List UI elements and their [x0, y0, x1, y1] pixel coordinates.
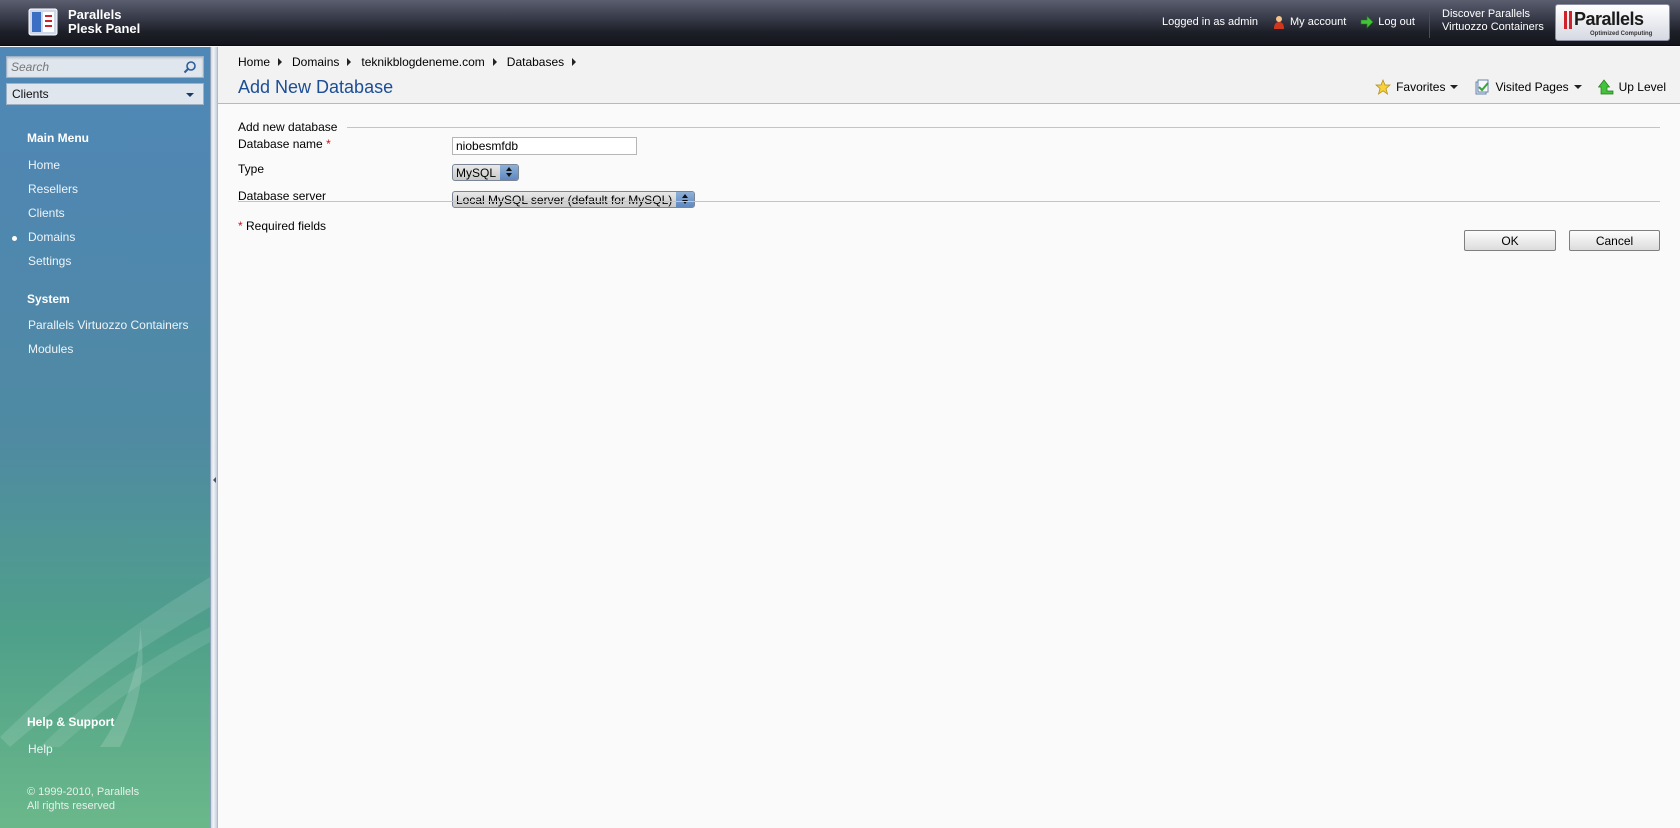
search-icon[interactable]	[183, 60, 197, 74]
favorites-label: Favorites	[1396, 80, 1446, 94]
breadcrumb-databases[interactable]: Databases	[507, 55, 564, 69]
select-spinner-icon	[676, 192, 695, 207]
form-divider	[238, 201, 1660, 202]
type-select-value: MySQL	[456, 166, 497, 180]
legend-divider	[238, 127, 1660, 128]
chevron-down-icon	[186, 93, 194, 97]
parallels-logo[interactable]: Parallels Optimized Computing	[1555, 4, 1670, 41]
discover-line-2: Virtuozzo Containers	[1442, 21, 1544, 33]
parallels-tagline: Optimized Computing	[1590, 31, 1653, 37]
sidebar-item-virtuozzo[interactable]: Parallels Virtuozzo Containers	[28, 318, 189, 332]
client-select[interactable]: Clients	[6, 83, 204, 105]
product-name: Parallels Plesk Panel	[68, 8, 140, 36]
parallels-bars-icon	[1564, 11, 1573, 29]
breadcrumb-separator-icon	[347, 58, 352, 66]
logged-in-label: Logged in as admin	[1162, 16, 1259, 28]
favorites-menu[interactable]: Favorites	[1375, 79, 1459, 95]
database-server-select[interactable]: Local MySQL server (default for MySQL)	[452, 191, 696, 208]
collapse-arrow-icon[interactable]	[213, 477, 216, 483]
main-content: Home Domains teknikblogdeneme.com Databa…	[218, 47, 1680, 828]
system-heading: System	[27, 292, 70, 306]
database-name-input[interactable]	[452, 137, 637, 155]
cancel-button[interactable]: Cancel	[1569, 230, 1660, 251]
form-legend: Add new database	[238, 120, 1660, 134]
search-input[interactable]	[11, 59, 179, 75]
visited-pages-menu[interactable]: Visited Pages	[1474, 79, 1582, 95]
log-out-link[interactable]: Log out	[1360, 15, 1415, 29]
discover-line-1: Discover Parallels	[1442, 8, 1531, 20]
product-line-2: Plesk Panel	[68, 21, 141, 36]
database-server-row: Database server Local MySQL server (defa…	[238, 189, 1660, 209]
sidebar-item-help[interactable]: Help	[28, 742, 53, 756]
sidebar-item-clients[interactable]: Clients	[28, 206, 65, 220]
parallels-brand: Parallels	[1574, 9, 1644, 29]
breadcrumb-separator-icon	[492, 58, 497, 66]
database-name-label: Database name *	[238, 137, 331, 151]
sidebar-splitter[interactable]	[210, 47, 218, 828]
sidebar-item-settings[interactable]: Settings	[28, 254, 71, 268]
sidebar-item-home[interactable]: Home	[28, 158, 60, 172]
required-fields-text: Required fields	[246, 219, 327, 233]
sidebar-item-domains[interactable]: Domains	[28, 230, 75, 244]
product-line-1: Parallels	[68, 7, 122, 22]
form-legend-text: Add new database	[238, 120, 348, 134]
main-menu-heading: Main Menu	[27, 131, 89, 145]
star-icon	[1375, 79, 1392, 95]
breadcrumb-domains[interactable]: Domains	[292, 55, 339, 69]
visited-pages-label: Visited Pages	[1495, 80, 1569, 94]
arrow-right-icon	[1360, 15, 1374, 29]
required-fields-note: * Required fields	[238, 219, 326, 233]
up-level-label: Up Level	[1618, 80, 1666, 94]
breadcrumb-separator-icon	[278, 58, 283, 66]
page-header: Home Domains teknikblogdeneme.com Databa…	[218, 47, 1680, 104]
chevron-down-icon	[1573, 85, 1582, 89]
log-out-label: Log out	[1378, 16, 1415, 28]
breadcrumb: Home Domains teknikblogdeneme.com Databa…	[238, 55, 586, 69]
up-level-link[interactable]: Up Level	[1597, 79, 1666, 95]
breadcrumb-domain[interactable]: teknikblogdeneme.com	[361, 55, 484, 69]
select-spinner-icon	[500, 165, 519, 180]
user-icon	[1272, 15, 1286, 29]
sidebar-item-resellers[interactable]: Resellers	[28, 182, 78, 196]
breadcrumb-home[interactable]: Home	[238, 55, 270, 69]
required-asterisk: *	[326, 137, 331, 151]
top-bar: Parallels Plesk Panel Logged in as admin…	[0, 0, 1680, 46]
copyright-line-1: © 1999-2010, Parallels	[27, 786, 140, 798]
my-account-label: My account	[1290, 16, 1347, 28]
active-item-bullet-icon	[12, 236, 17, 241]
copyright-line-2: All rights reserved	[27, 800, 116, 812]
ok-button[interactable]: OK	[1464, 230, 1556, 251]
type-select[interactable]: MySQL	[452, 164, 520, 181]
up-arrow-icon	[1597, 79, 1614, 95]
required-asterisk: *	[238, 219, 243, 233]
copyright: © 1999-2010, Parallels All rights reserv…	[27, 785, 139, 813]
search-box	[6, 56, 204, 78]
my-account-link[interactable]: My account	[1272, 15, 1346, 29]
database-name-label-text: Database name	[238, 137, 323, 151]
page-title: Add New Database	[238, 77, 394, 97]
type-label: Type	[238, 162, 265, 176]
discover-parallels-link[interactable]: Discover Parallels Virtuozzo Containers	[1429, 8, 1544, 38]
page-tools: Favorites Visited Pages Up Level	[1359, 79, 1666, 95]
database-server-select-value: Local MySQL server (default for MySQL)	[456, 193, 673, 207]
user-nav: Logged in as admin My account Log out	[1162, 15, 1415, 29]
help-support-heading: Help & Support	[27, 715, 115, 729]
sidebar: Clients Main Menu Home Resellers Clients…	[0, 47, 210, 828]
pages-check-icon	[1474, 79, 1490, 95]
client-select-value: Clients	[12, 87, 49, 101]
type-row: Type MySQL	[238, 162, 1660, 182]
sidebar-item-modules[interactable]: Modules	[28, 342, 73, 356]
breadcrumb-separator-icon	[572, 58, 577, 66]
database-name-row: Database name *	[238, 137, 1660, 157]
chevron-down-icon	[1450, 85, 1459, 89]
plesk-logo-icon[interactable]	[28, 8, 60, 36]
